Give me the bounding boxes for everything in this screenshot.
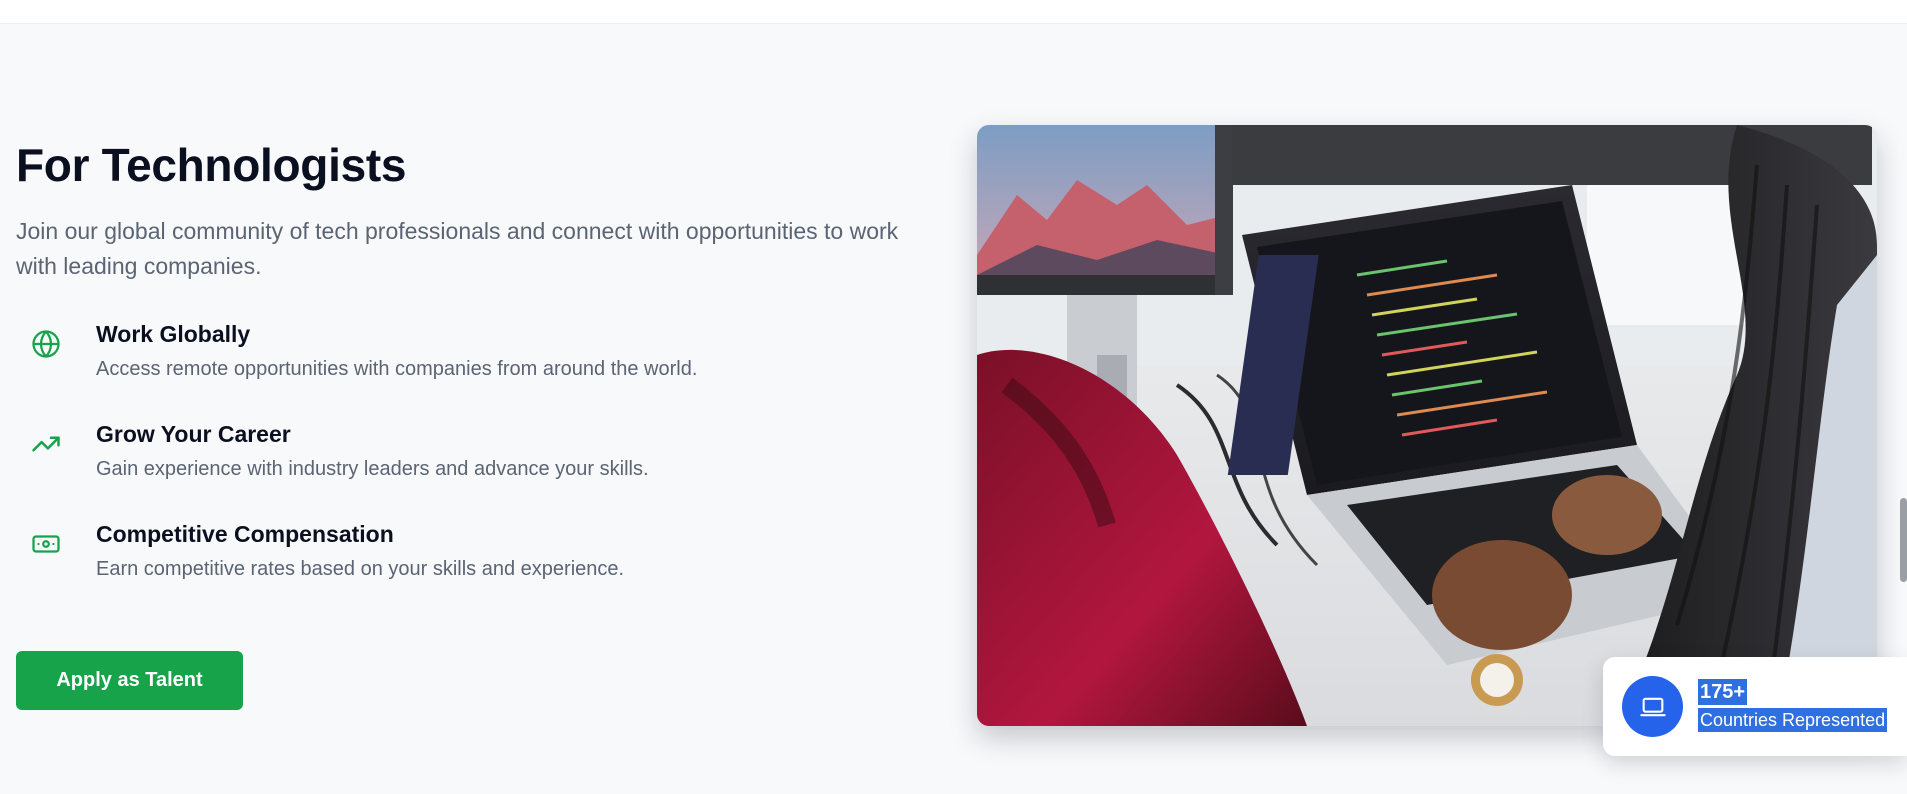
apply-as-talent-button[interactable]: Apply as Talent <box>16 651 243 710</box>
stat-card: 175+ Countries Represented <box>1603 657 1907 756</box>
technologist-photo <box>977 125 1877 726</box>
top-band <box>0 0 1907 24</box>
section-title: For Technologists <box>16 139 407 191</box>
technologists-section: For Technologists Join our global commun… <box>16 132 916 618</box>
feature-title: Work Globally <box>96 321 251 347</box>
feature-list: Work Globally Access remote opportunitie… <box>16 318 916 618</box>
stat-value: 175+ <box>1698 679 1748 705</box>
stat-label: Countries Represented <box>1698 708 1888 732</box>
page-scrollbar[interactable] <box>1900 498 1907 582</box>
feature-description: Access remote opportunities with compani… <box>96 358 698 380</box>
trending-up-icon <box>30 428 62 460</box>
feature-item-grow-career: Grow Your Career Gain experience with in… <box>16 418 916 518</box>
feature-description: Gain experience with industry leaders an… <box>96 458 649 480</box>
feature-description: Earn competitive rates based on your ski… <box>96 558 625 580</box>
feature-item-work-globally: Work Globally Access remote opportunitie… <box>16 318 916 418</box>
feature-title: Competitive Compensation <box>96 521 394 547</box>
section-intro: Join our global community of tech profes… <box>16 218 899 279</box>
banknote-icon <box>30 528 62 560</box>
feature-item-compensation: Competitive Compensation Earn competitiv… <box>16 518 916 618</box>
laptop-icon <box>1622 676 1683 737</box>
globe-icon <box>30 328 62 360</box>
feature-title: Grow Your Career <box>96 421 291 447</box>
